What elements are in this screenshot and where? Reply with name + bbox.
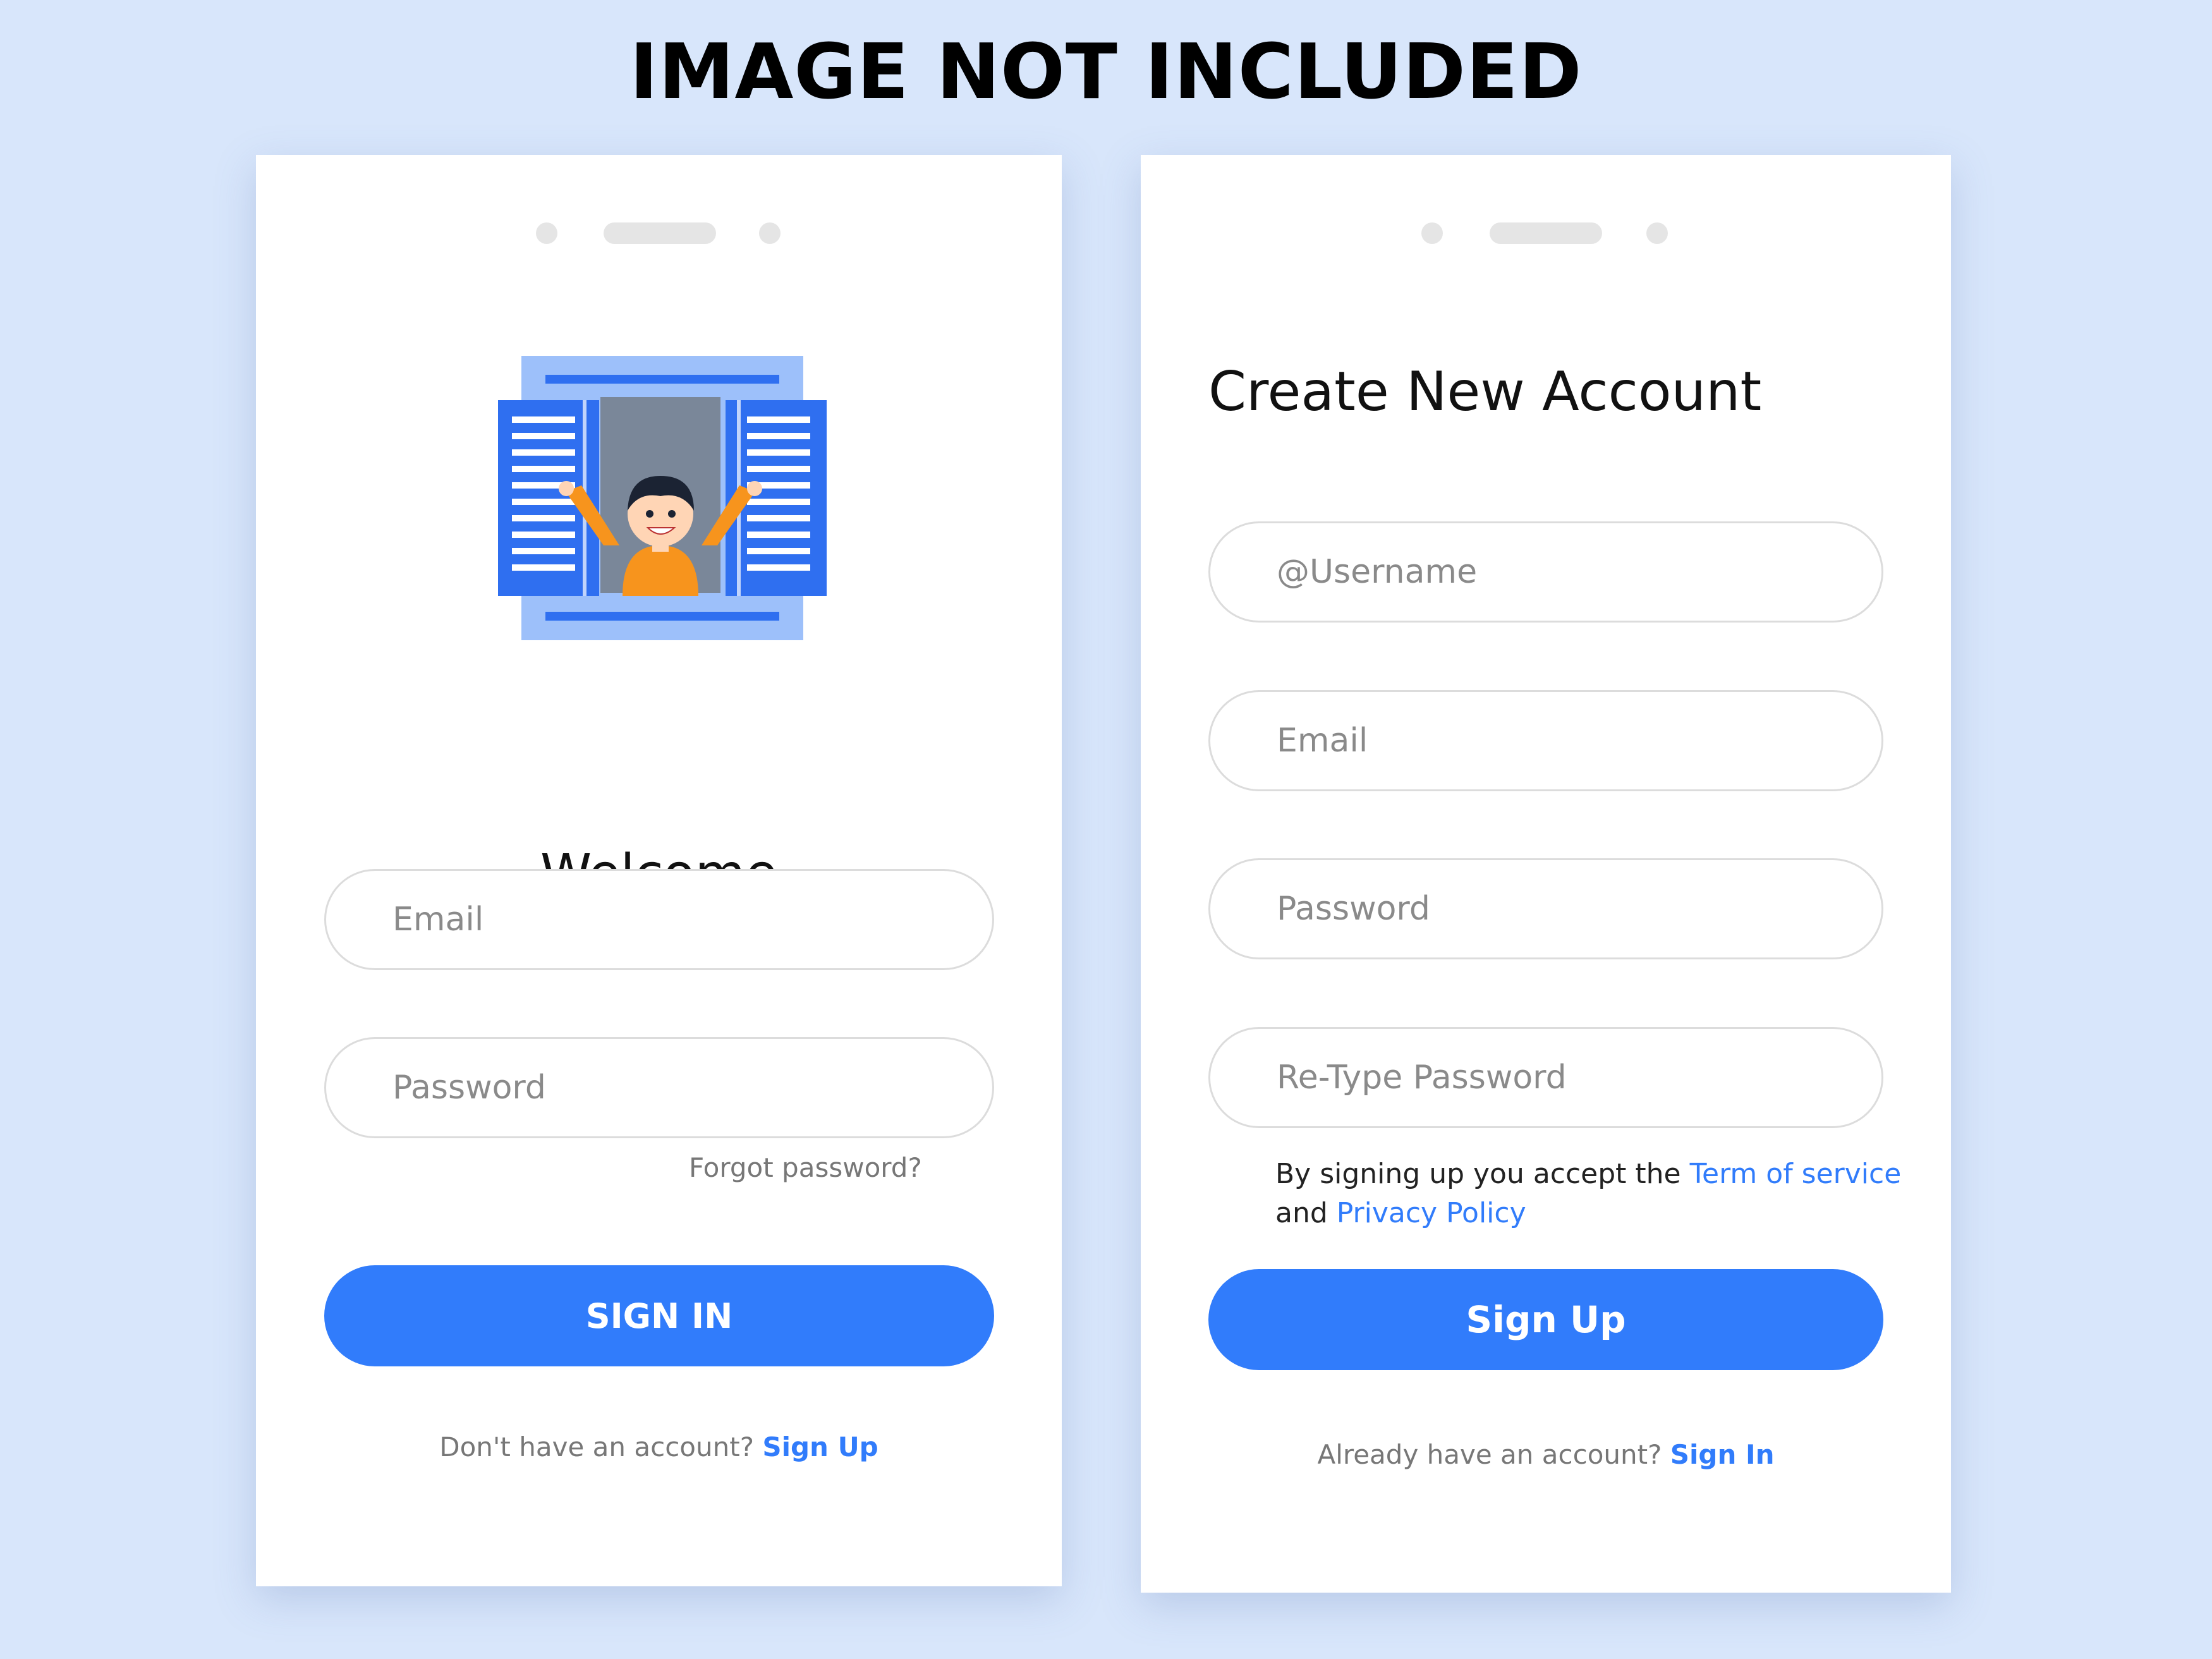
phone-notch bbox=[256, 222, 1062, 244]
person-window-illustration-icon bbox=[498, 356, 827, 640]
username-input[interactable]: @Username bbox=[1208, 521, 1883, 623]
signup-card: Create New Account @Username Email Passw… bbox=[1141, 155, 1951, 1593]
terms-and: and bbox=[1275, 1197, 1328, 1229]
banner-title: IMAGE NOT INCLUDED bbox=[629, 28, 1583, 116]
notch-dot bbox=[1646, 222, 1668, 244]
notch-dot bbox=[536, 222, 557, 244]
signup-button[interactable]: Sign Up bbox=[1208, 1269, 1883, 1370]
terms-line-1: By signing up you accept the Term of ser… bbox=[1275, 1155, 1901, 1194]
signin-footer-text: Don't have an account? bbox=[439, 1431, 754, 1462]
signin-link[interactable]: Sign In bbox=[1670, 1439, 1775, 1470]
signin-button[interactable]: SIGN IN bbox=[324, 1265, 994, 1366]
terms-of-service-link[interactable]: Term of service bbox=[1690, 1158, 1902, 1190]
signup-footer: Already have an account? Sign In bbox=[1141, 1439, 1951, 1470]
phone-notch bbox=[1141, 222, 1951, 244]
forgot-password-link[interactable]: Forgot password? bbox=[689, 1152, 922, 1183]
terms-notice: By signing up you accept the Term of ser… bbox=[1275, 1155, 1901, 1233]
notch-dot bbox=[1421, 222, 1443, 244]
terms-prefix: By signing up you accept the bbox=[1275, 1158, 1681, 1190]
signin-footer: Don't have an account? Sign Up bbox=[256, 1431, 1062, 1462]
signup-password-input[interactable]: Password bbox=[1208, 858, 1883, 959]
signup-link[interactable]: Sign Up bbox=[762, 1431, 878, 1462]
notch-speaker bbox=[1490, 222, 1602, 244]
signup-title: Create New Account bbox=[1208, 360, 1762, 423]
notch-speaker bbox=[604, 222, 716, 244]
signin-email-input[interactable]: Email bbox=[324, 869, 994, 970]
privacy-policy-link[interactable]: Privacy Policy bbox=[1337, 1197, 1526, 1229]
signup-footer-text: Already have an account? bbox=[1317, 1439, 1662, 1470]
retype-password-input[interactable]: Re-Type Password bbox=[1208, 1027, 1883, 1128]
notch-dot bbox=[759, 222, 781, 244]
signin-card: Welcome Email Password Forgot password? … bbox=[256, 155, 1062, 1586]
terms-line-2: and Privacy Policy bbox=[1275, 1194, 1901, 1233]
signin-password-input[interactable]: Password bbox=[324, 1037, 994, 1138]
signup-email-input[interactable]: Email bbox=[1208, 690, 1883, 791]
